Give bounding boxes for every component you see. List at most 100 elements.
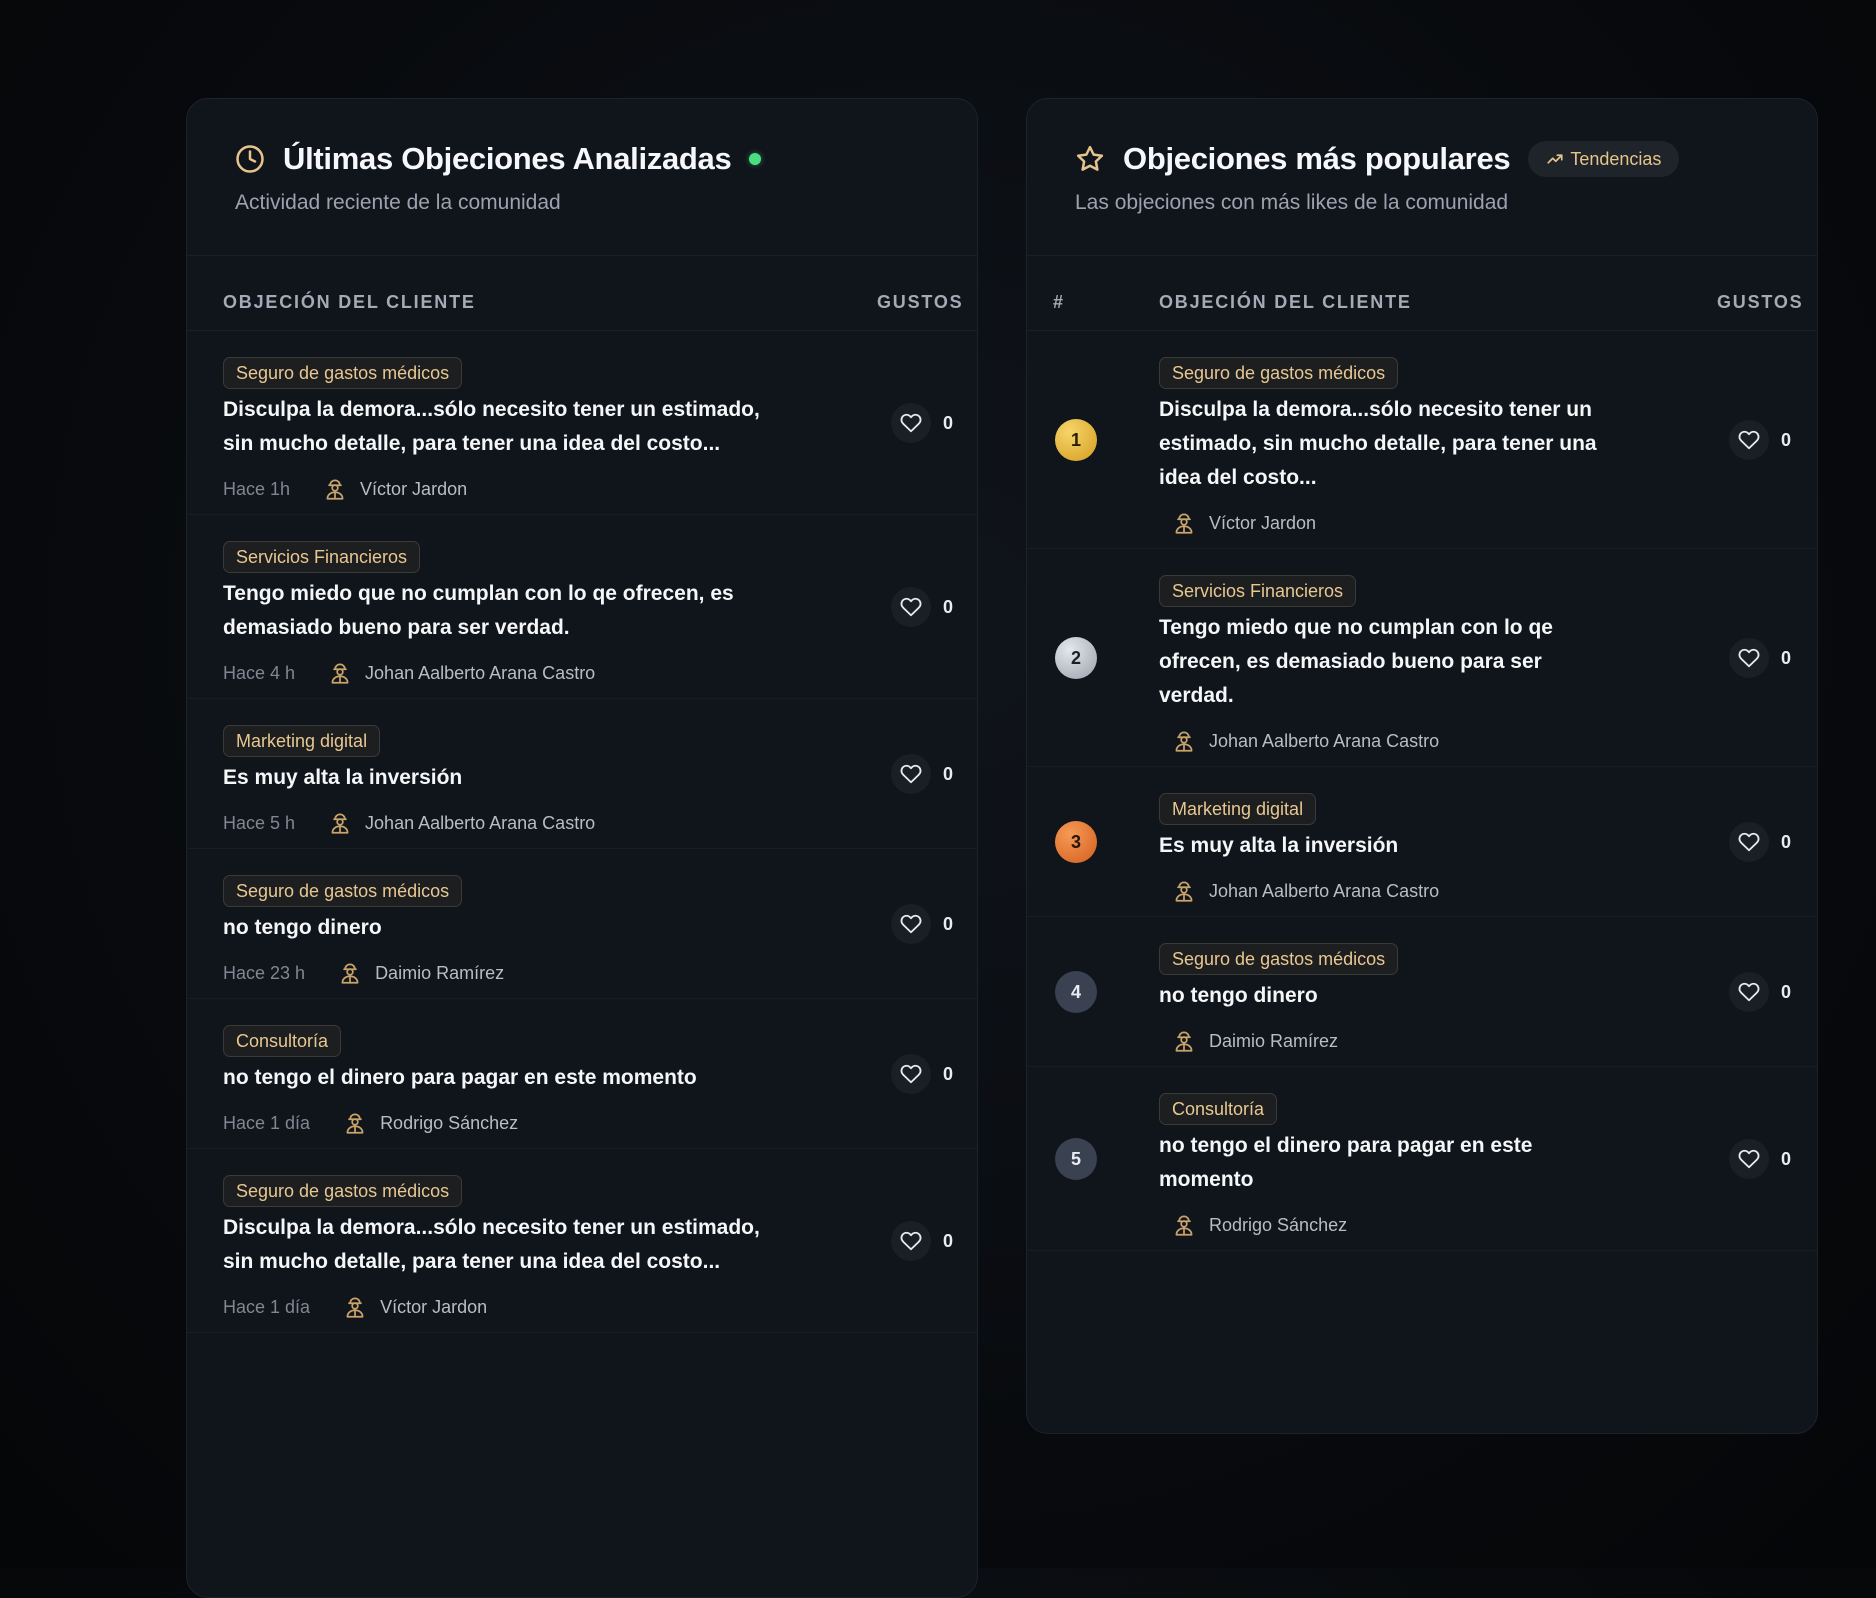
like-count: 0	[1781, 981, 1792, 1002]
author-name[interactable]: Rodrigo Sánchez	[380, 1113, 518, 1134]
recent-objections-list: Seguro de gastos médicos Disculpa la demo…	[187, 331, 977, 1333]
heart-icon[interactable]	[891, 904, 931, 944]
user-avatar-icon	[1171, 1028, 1197, 1054]
rank-badge: 5	[1055, 1138, 1097, 1180]
objection-meta: Hace 23 h Daimio Ramírez	[223, 960, 504, 986]
objection-meta: Hace 1 día Víctor Jardon	[223, 1294, 487, 1320]
objection-meta: Hace 1h Víctor Jardon	[223, 476, 467, 502]
objection-text: no tengo el dinero para pagar en este mom…	[1159, 1129, 1532, 1197]
rank-badge: 3	[1055, 821, 1097, 863]
objection-text-line: estimado, sin mucho detalle, para tener …	[1159, 432, 1597, 455]
heart-icon[interactable]	[1729, 420, 1769, 460]
category-tag: Consultoría	[223, 1025, 342, 1057]
objection-text: no tengo dinero	[223, 911, 382, 945]
table-row: Seguro de gastos médicos Disculpa la demo…	[187, 1149, 977, 1333]
panel-title: Últimas Objeciones Analizadas	[283, 141, 732, 176]
table-row: Marketing digital Es muy alta la inversió…	[187, 699, 977, 849]
like-control: 0	[1729, 1139, 1791, 1179]
author-name[interactable]: Víctor Jardon	[380, 1297, 487, 1318]
objection-text-line: Disculpa la demora...sólo necesito tener…	[223, 1216, 760, 1239]
objection-text-line: Disculpa la demora...sólo necesito tener…	[1159, 398, 1592, 421]
objection-text: Disculpa la demora...sólo necesito tener…	[1159, 393, 1597, 495]
author-name[interactable]: Víctor Jardon	[1209, 513, 1316, 534]
objection-meta: Hace 4 h Johan Aalberto Arana Castro	[223, 660, 595, 686]
objection-text-line: Disculpa la demora...sólo necesito tener…	[223, 398, 760, 421]
table-header: # OBJECIÓN DEL CLIENTE GUSTOS	[1027, 256, 1817, 331]
author-name[interactable]: Daimio Ramírez	[1209, 1031, 1338, 1052]
table-header: OBJECIÓN DEL CLIENTE GUSTOS	[187, 256, 977, 331]
objection-meta: Víctor Jardon	[1171, 510, 1316, 536]
category-tag: Seguro de gastos médicos	[223, 875, 463, 907]
objection-text: Tengo miedo que no cumplan con lo qe ofr…	[223, 577, 734, 645]
objection-text: no tengo el dinero para pagar en este mo…	[223, 1061, 697, 1095]
user-avatar-icon	[327, 810, 353, 836]
heart-icon[interactable]	[1729, 638, 1769, 678]
heart-icon[interactable]	[891, 403, 931, 443]
category-tag: Marketing digital	[1159, 793, 1317, 825]
objection-text-line: Tengo miedo que no cumplan con lo qe	[1159, 616, 1553, 639]
objection-text-line: verdad.	[1159, 684, 1234, 707]
author-name[interactable]: Daimio Ramírez	[375, 963, 504, 984]
heart-icon[interactable]	[891, 587, 931, 627]
author-name[interactable]: Rodrigo Sánchez	[1209, 1215, 1347, 1236]
heart-icon[interactable]	[1729, 972, 1769, 1012]
rank-badge: 2	[1055, 637, 1097, 679]
heart-icon[interactable]	[1729, 1139, 1769, 1179]
like-count: 0	[1781, 429, 1792, 450]
heart-icon[interactable]	[891, 1221, 931, 1261]
objection-text-line: no tengo el dinero para pagar en este mo…	[223, 1066, 697, 1089]
live-status-dot	[749, 153, 762, 165]
category-tag: Servicios Financieros	[1159, 575, 1357, 607]
category-tag: Seguro de gastos médicos	[1159, 943, 1399, 975]
author-name[interactable]: Johan Aalberto Arana Castro	[1209, 881, 1439, 902]
heart-icon[interactable]	[891, 1054, 931, 1094]
user-avatar-icon	[1171, 510, 1197, 536]
popular-objections-panel: Objeciones más populares Tendencias Las …	[1026, 98, 1818, 1434]
user-avatar-icon	[342, 1110, 368, 1136]
objection-text: Es muy alta la inversión	[1159, 829, 1398, 863]
objection-text-line: no tengo dinero	[223, 916, 382, 939]
timestamp: Hace 4 h	[223, 662, 296, 683]
heart-icon[interactable]	[891, 754, 931, 794]
table-row: 3 Marketing digital Es muy alta la inversi…	[1027, 767, 1817, 917]
like-control: 0	[1729, 822, 1791, 862]
objection-meta: Hace 1 día Rodrigo Sánchez	[223, 1110, 518, 1136]
category-tag: Seguro de gastos médicos	[1159, 357, 1399, 389]
author-name[interactable]: Johan Aalberto Arana Castro	[365, 663, 595, 684]
objection-text-line: sin mucho detalle, para tener una idea d…	[223, 1250, 721, 1273]
table-row: 4 Seguro de gastos médicos no tengo dinero…	[1027, 917, 1817, 1067]
trending-badge: Tendencias	[1528, 141, 1680, 177]
objection-text-line: momento	[1159, 1168, 1254, 1191]
heart-icon[interactable]	[1729, 822, 1769, 862]
like-count: 0	[1781, 647, 1792, 668]
panel-subtitle: Las objeciones con más likes de la comun…	[1075, 191, 1509, 214]
timestamp: Hace 1 día	[223, 1296, 311, 1317]
timestamp: Hace 1h	[223, 478, 291, 499]
user-avatar-icon	[1171, 1212, 1197, 1238]
recent-objections-panel: Últimas Objeciones Analizadas Actividad …	[186, 98, 978, 1598]
like-control: 0	[1729, 638, 1791, 678]
objection-text-line: idea del costo...	[1159, 466, 1317, 489]
author-name[interactable]: Johan Aalberto Arana Castro	[365, 813, 595, 834]
like-count: 0	[1781, 1148, 1792, 1169]
author-name[interactable]: Johan Aalberto Arana Castro	[1209, 731, 1439, 752]
objection-text-line: Es muy alta la inversión	[1159, 834, 1399, 857]
objection-text: Tengo miedo que no cumplan con lo qe ofre…	[1159, 611, 1553, 713]
objection-text-line: Es muy alta la inversión	[223, 766, 463, 789]
user-avatar-icon	[1171, 728, 1197, 754]
objection-meta: Hace 5 h Johan Aalberto Arana Castro	[223, 810, 595, 836]
timestamp: Hace 23 h	[223, 962, 306, 983]
table-row: 1 Seguro de gastos médicos Disculpa la dem…	[1027, 331, 1817, 549]
popular-panel-header: Objeciones más populares Tendencias Las …	[1027, 99, 1817, 256]
column-header-objection: OBJECIÓN DEL CLIENTE	[1159, 292, 1412, 312]
like-control: 0	[891, 403, 953, 443]
user-avatar-icon	[342, 1294, 368, 1320]
objection-meta: Daimio Ramírez	[1171, 1028, 1338, 1054]
author-name[interactable]: Víctor Jardon	[360, 479, 467, 500]
timestamp: Hace 5 h	[223, 812, 296, 833]
objection-text: Disculpa la demora...sólo necesito tener…	[223, 393, 760, 461]
rank-badge: 1	[1055, 419, 1097, 461]
star-icon	[1075, 144, 1105, 174]
like-count: 0	[943, 412, 954, 433]
category-tag: Seguro de gastos médicos	[223, 357, 463, 389]
